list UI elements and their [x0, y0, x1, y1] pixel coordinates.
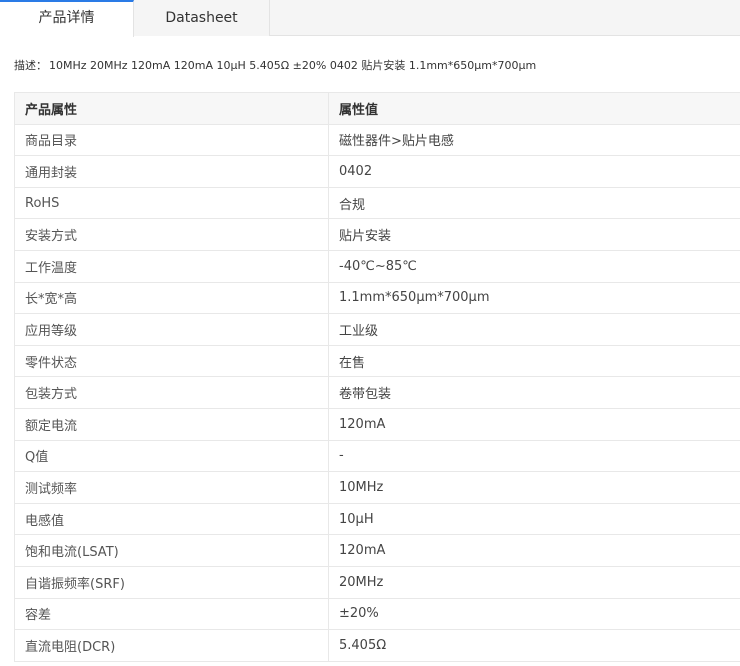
attribute-value: ±20%: [328, 597, 740, 631]
attribute-value: -40℃~85℃: [328, 249, 740, 283]
attribute-value: 贴片安装: [328, 218, 740, 251]
table-row: 饱和电流(LSAT) 120mA: [14, 534, 740, 567]
attribute-name: 包装方式: [14, 376, 329, 409]
attribute-value: 5.405Ω: [328, 629, 740, 662]
table-row: 自谐振频率(SRF) 20MHz: [14, 565, 740, 599]
attribute-name: 通用封装: [14, 155, 329, 188]
table-row: 容差 ±20%: [14, 597, 740, 631]
attribute-name: 安装方式: [14, 218, 329, 251]
attribute-value: 20MHz: [328, 565, 740, 599]
attribute-value: 0402: [328, 155, 740, 188]
attribute-name: 额定电流: [14, 407, 329, 441]
header-attribute: 产品属性: [14, 92, 329, 125]
table-row: RoHS 合规: [14, 186, 740, 220]
attribute-name: 测试频率: [14, 471, 329, 504]
description-text: 10MHz 20MHz 120mA 120mA 10μH 5.405Ω ±20%…: [49, 59, 537, 72]
attribute-value: 工业级: [328, 313, 740, 346]
table-row: 零件状态 在售: [14, 344, 740, 378]
attribute-value: 120mA: [328, 534, 740, 567]
attribute-name: 直流电阻(DCR): [14, 629, 329, 662]
attribute-value: 磁性器件>贴片电感: [328, 123, 740, 157]
table-header-row: 产品属性 属性值: [14, 92, 740, 125]
attribute-name: 商品目录: [14, 123, 329, 157]
attribute-name: 零件状态: [14, 344, 329, 378]
attribute-value: 1.1mm*650μm*700μm: [328, 281, 740, 315]
table-row: 工作温度 -40℃~85℃: [14, 249, 740, 283]
attribute-name: 容差: [14, 597, 329, 631]
attribute-table: 产品属性 属性值 商品目录 磁性器件>贴片电感 通用封装 0402 RoHS 合规 安装方式…: [14, 92, 740, 662]
attribute-name: Q值: [14, 439, 329, 473]
attribute-name: 自谐振频率(SRF): [14, 565, 329, 599]
table-row: 应用等级 工业级: [14, 313, 740, 346]
table-row: 电感值 10μH: [14, 502, 740, 536]
attribute-value: 10μH: [328, 502, 740, 536]
table-row: 商品目录 磁性器件>贴片电感: [14, 123, 740, 157]
attribute-name: 电感值: [14, 502, 329, 536]
tab-datasheet[interactable]: Datasheet: [134, 0, 270, 36]
table-row: 直流电阻(DCR) 5.405Ω: [14, 629, 740, 662]
table-row: 测试频率 10MHz: [14, 471, 740, 504]
attribute-name: RoHS: [14, 186, 329, 220]
table-row: 包装方式 卷带包装: [14, 376, 740, 409]
attribute-table-body: 商品目录 磁性器件>贴片电感 通用封装 0402 RoHS 合规 安装方式 贴片安装 工作温度 -…: [14, 123, 740, 662]
product-description: 描述： 10MHz 20MHz 120mA 120mA 10μH 5.405Ω ±…: [14, 58, 734, 74]
header-value: 属性值: [328, 92, 740, 125]
attribute-value: 在售: [328, 344, 740, 378]
table-row: 安装方式 贴片安装: [14, 218, 740, 251]
table-row: 长*宽*高 1.1mm*650μm*700μm: [14, 281, 740, 315]
table-row: 通用封装 0402: [14, 155, 740, 188]
attribute-name: 饱和电流(LSAT): [14, 534, 329, 567]
attribute-value: 120mA: [328, 407, 740, 441]
table-row: Q值 -: [14, 439, 740, 473]
attribute-name: 工作温度: [14, 249, 329, 283]
attribute-name: 长*宽*高: [14, 281, 329, 315]
attribute-value: 卷带包装: [328, 376, 740, 409]
attribute-value: 10MHz: [328, 471, 740, 504]
attribute-name: 应用等级: [14, 313, 329, 346]
attribute-value: 合规: [328, 186, 740, 220]
table-row: 额定电流 120mA: [14, 407, 740, 441]
attribute-value: -: [328, 439, 740, 473]
description-label: 描述：: [14, 59, 47, 72]
tab-product-details[interactable]: 产品详情: [0, 0, 134, 37]
tab-bar: 产品详情 Datasheet: [0, 0, 740, 37]
